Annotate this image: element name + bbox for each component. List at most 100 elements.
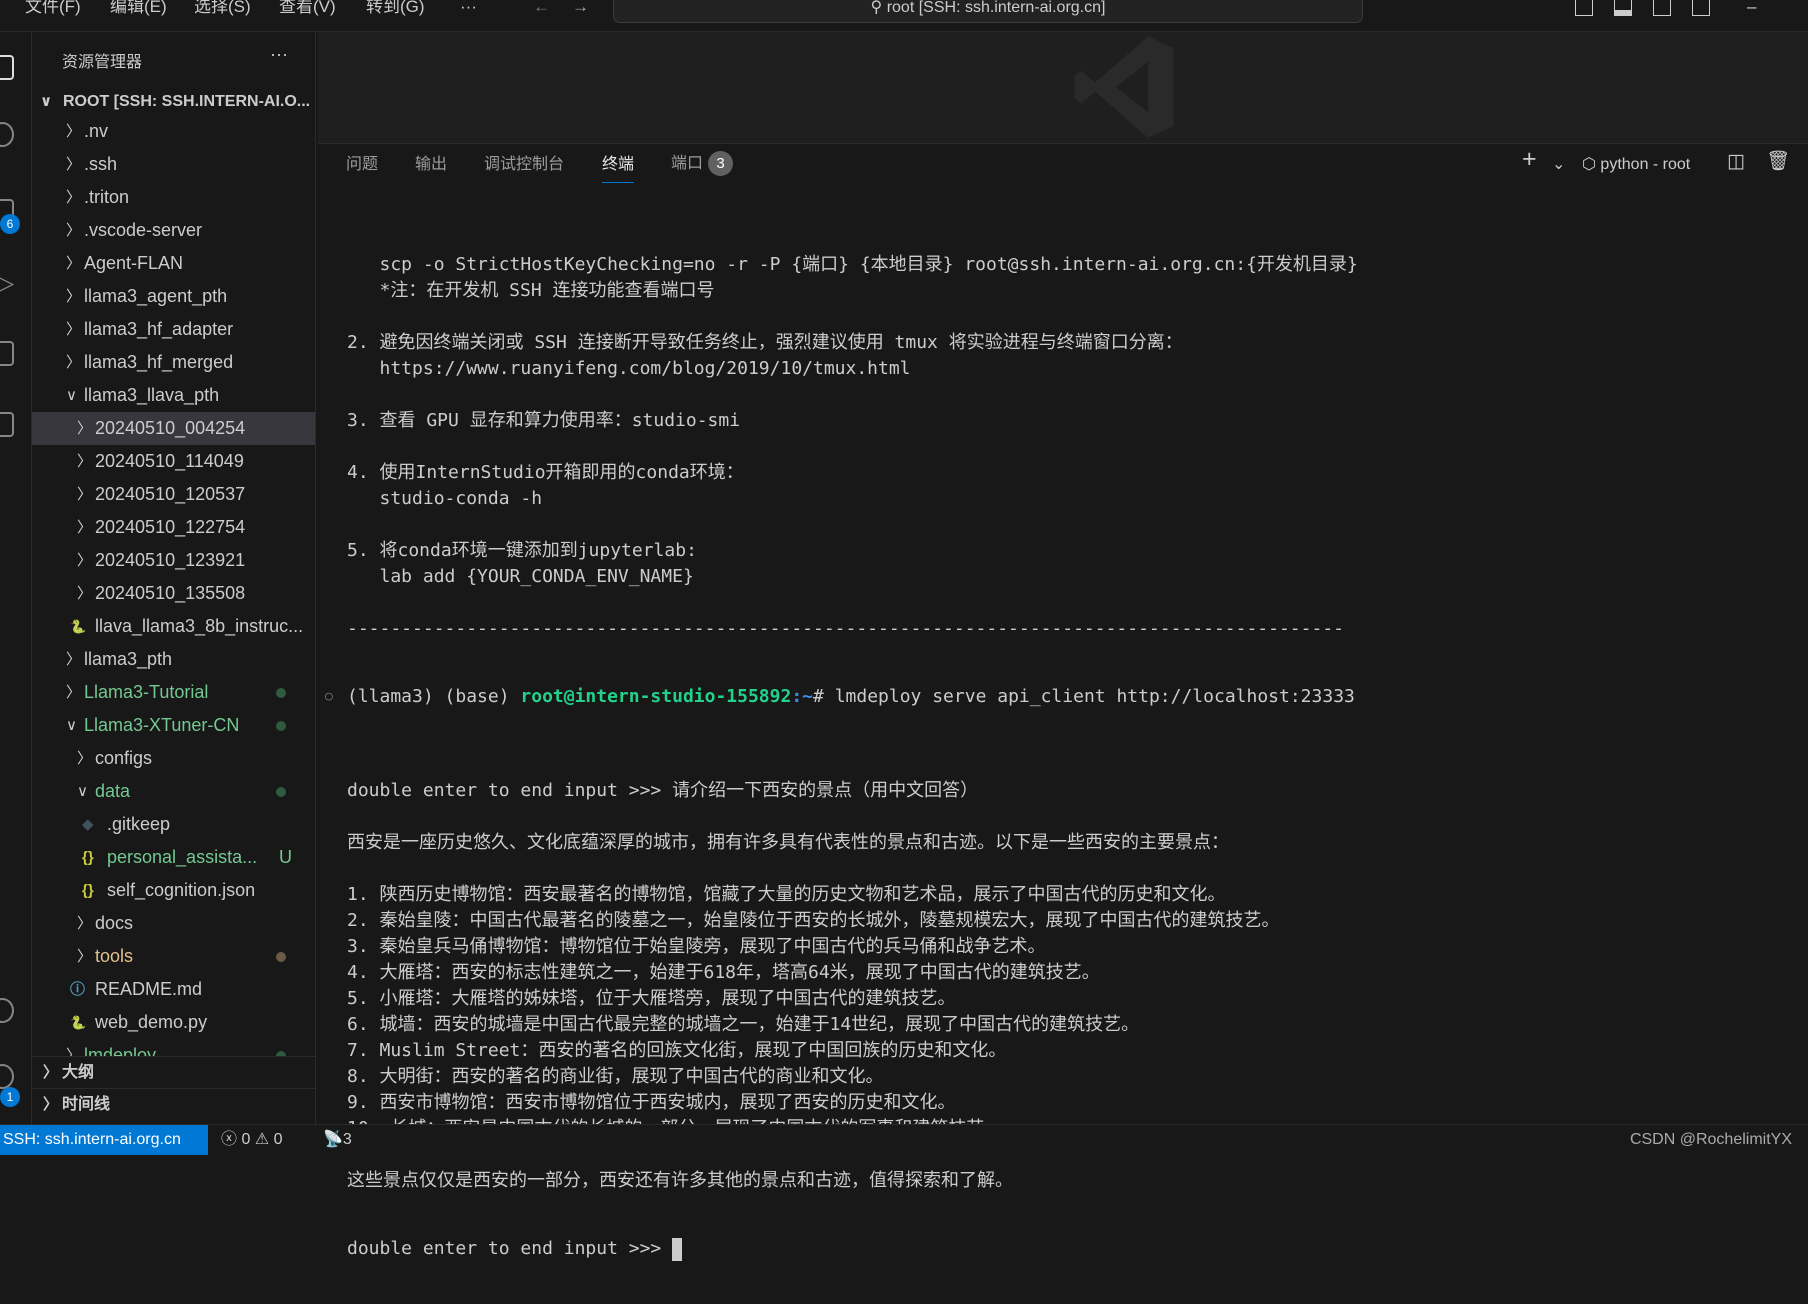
watermark: CSDN @RochelimitYX [1629, 1131, 1792, 1148]
command-center[interactable]: ⚲ root [SSH: ssh.intern-ai.org.cn] [613, 0, 1363, 23]
tree-item[interactable]: 〉 Llama3-Tutorial [32, 676, 315, 709]
settings-gear-icon[interactable] [0, 1064, 14, 1089]
remote-indicator[interactable]: SSH: ssh.intern-ai.org.cn [0, 1125, 208, 1155]
ports-indicator[interactable]: 📡3 [323, 1125, 352, 1155]
warning-icon: ⚠ [254, 1131, 274, 1148]
chevron-down-icon: ∨ [66, 717, 77, 734]
tree-item[interactable]: 〉 .triton [32, 181, 315, 214]
toggle-sidebar-icon[interactable] [1575, 0, 1593, 16]
tree-item-label: .gitkeep [107, 814, 171, 834]
tree-item[interactable]: 〉 llama3_hf_adapter [32, 313, 315, 346]
outline-section[interactable]: 〉大纲 [32, 1056, 315, 1088]
tab-terminal[interactable]: 终端 [602, 154, 635, 183]
error-count: 0 [241, 1131, 251, 1148]
workspace-root[interactable]: ∨ ROOT [SSH: SSH.INTERN-AI.O... [32, 85, 315, 118]
toggle-secondary-sidebar-icon[interactable] [1653, 0, 1671, 16]
tree-item-label: web_demo.py [95, 1012, 208, 1032]
menu-view[interactable]: 查看(V) [279, 0, 336, 17]
tree-item-label: self_cognition.json [107, 880, 256, 900]
problems-indicator[interactable]: ⓧ 0 ⚠ 0 [221, 1125, 283, 1155]
warning-count: 0 [273, 1131, 283, 1148]
timeline-section[interactable]: 〉时间线 [32, 1088, 315, 1120]
tree-item[interactable]: {} personal_assista... U [32, 841, 315, 874]
chevron-right-icon: 〉 [77, 948, 93, 965]
tree-item-label: .nv [84, 121, 109, 141]
tree-item[interactable]: 〉 .nv [32, 115, 315, 148]
tree-item[interactable]: {} self_cognition.json [32, 874, 315, 907]
tree-item[interactable]: 〉 20240510_004254 [32, 412, 315, 445]
tree-item-label: llama3_pth [84, 649, 173, 669]
chevron-right-icon: 〉 [77, 915, 93, 932]
chevron-down-icon[interactable]: ⌄ [1552, 154, 1565, 176]
menu-selection[interactable]: 选择(S) [194, 0, 251, 17]
terminal-selector[interactable]: ⬡ python - root [1582, 154, 1690, 176]
tree-item[interactable]: 〉 20240510_122754 [32, 511, 315, 544]
trash-icon[interactable]: 🗑 [1766, 151, 1790, 173]
tree-item[interactable]: 〉 .vscode-server [32, 214, 315, 247]
extensions-icon[interactable] [0, 341, 14, 366]
tree-item-label: .ssh [84, 154, 118, 174]
outline-label: 大纲 [62, 1064, 95, 1081]
explorer-title: 资源管理器 [62, 54, 143, 71]
tree-item[interactable]: 〉 tools [32, 940, 315, 973]
search-icon[interactable] [0, 122, 14, 147]
more-actions-icon[interactable]: ··· [270, 44, 288, 65]
terminal-line: double enter to end input >>> 请介绍一下西安的景点… [347, 780, 979, 801]
prompt-env: (llama3) (base) [347, 686, 521, 707]
tree-item[interactable]: ∨ llama3_llava_pth [32, 379, 315, 412]
tree-item[interactable]: 〉 20240510_114049 [32, 445, 315, 478]
terminal-prompt-line: ○ (llama3) (base) root@intern-studio-1558… [325, 684, 1802, 710]
tab-debug-console[interactable]: 调试控制台 [484, 154, 564, 176]
info-icon: ⓘ [70, 981, 86, 998]
ports-count-badge: 3 [708, 151, 734, 176]
forward-arrow-icon[interactable]: → [572, 0, 589, 17]
tree-item-label: configs [95, 748, 153, 768]
toggle-panel-icon[interactable] [1614, 0, 1632, 16]
chevron-down-icon: ∨ [66, 387, 77, 404]
terminal-line: 7. Muslim Street：西安的著名的回族文化街，展现了中国回族的历史和… [347, 1040, 1007, 1061]
tab-ports[interactable]: 端口 3 [671, 151, 734, 176]
tree-item[interactable]: ⓘ README.md [32, 973, 315, 1006]
new-terminal-plus-icon[interactable]: + [1522, 147, 1537, 172]
menu-go[interactable]: 转到(G) [366, 0, 425, 17]
tab-output[interactable]: 输出 [415, 154, 447, 176]
back-arrow-icon[interactable]: ← [533, 0, 550, 17]
tree-item[interactable]: 〉 llama3_hf_merged [32, 346, 315, 379]
tree-item[interactable]: 〉 llama3_agent_pth [32, 280, 315, 313]
terminal-line: 5. 将conda环境一键添加到jupyterlab: [347, 540, 697, 561]
tree-item[interactable]: 〉 20240510_135508 [32, 577, 315, 610]
tree-item[interactable]: ∨ data [32, 775, 315, 808]
run-debug-icon[interactable]: ▷ [0, 268, 18, 297]
explorer-icon[interactable] [0, 55, 14, 80]
tab-problems[interactable]: 问题 [346, 154, 378, 176]
tree-item[interactable]: 〉 configs [32, 742, 315, 775]
account-icon[interactable] [0, 998, 14, 1023]
tree-item[interactable]: 〉 Agent-FLAN [32, 247, 315, 280]
tree-item[interactable]: ◆ .gitkeep [32, 808, 315, 841]
split-terminal-icon[interactable]: ◫ [1727, 151, 1745, 173]
python-file-icon: 🐍 [70, 1015, 87, 1030]
menu-file[interactable]: 文件(F) [25, 0, 81, 17]
tree-item-label: docs [95, 913, 134, 933]
chevron-right-icon: 〉 [66, 684, 82, 701]
tree-item[interactable]: ∨ Llama3-XTuner-CN [32, 709, 315, 742]
remote-explorer-icon[interactable] [0, 412, 14, 437]
menu-more[interactable]: ··· [460, 0, 477, 17]
terminal-input-line[interactable]: double enter to end input >>> [347, 1236, 1802, 1262]
tree-item[interactable]: 〉 .ssh [32, 148, 315, 181]
chevron-right-icon: 〉 [66, 255, 82, 272]
customize-layout-icon[interactable] [1692, 0, 1710, 16]
tree-item[interactable]: 🐍 llava_llama3_8b_instruc... [32, 610, 315, 643]
tree-item[interactable]: 🐍 web_demo.py [32, 1006, 315, 1039]
command-decoration-icon: ○ [325, 689, 333, 704]
tree-item[interactable]: 〉 llama3_pth [32, 643, 315, 676]
tree-item-label: llava_llama3_8b_instruc... [95, 616, 304, 636]
menu-edit[interactable]: 编辑(E) [110, 0, 167, 17]
minimize-icon[interactable]: – [1747, 0, 1756, 17]
chevron-right-icon: 〉 [77, 750, 93, 767]
tree-item[interactable]: 〉 20240510_120537 [32, 478, 315, 511]
tree-item-label: .triton [84, 187, 130, 207]
tree-item[interactable]: 〉 20240510_123921 [32, 544, 315, 577]
tree-item[interactable]: 〉 docs [32, 907, 315, 940]
